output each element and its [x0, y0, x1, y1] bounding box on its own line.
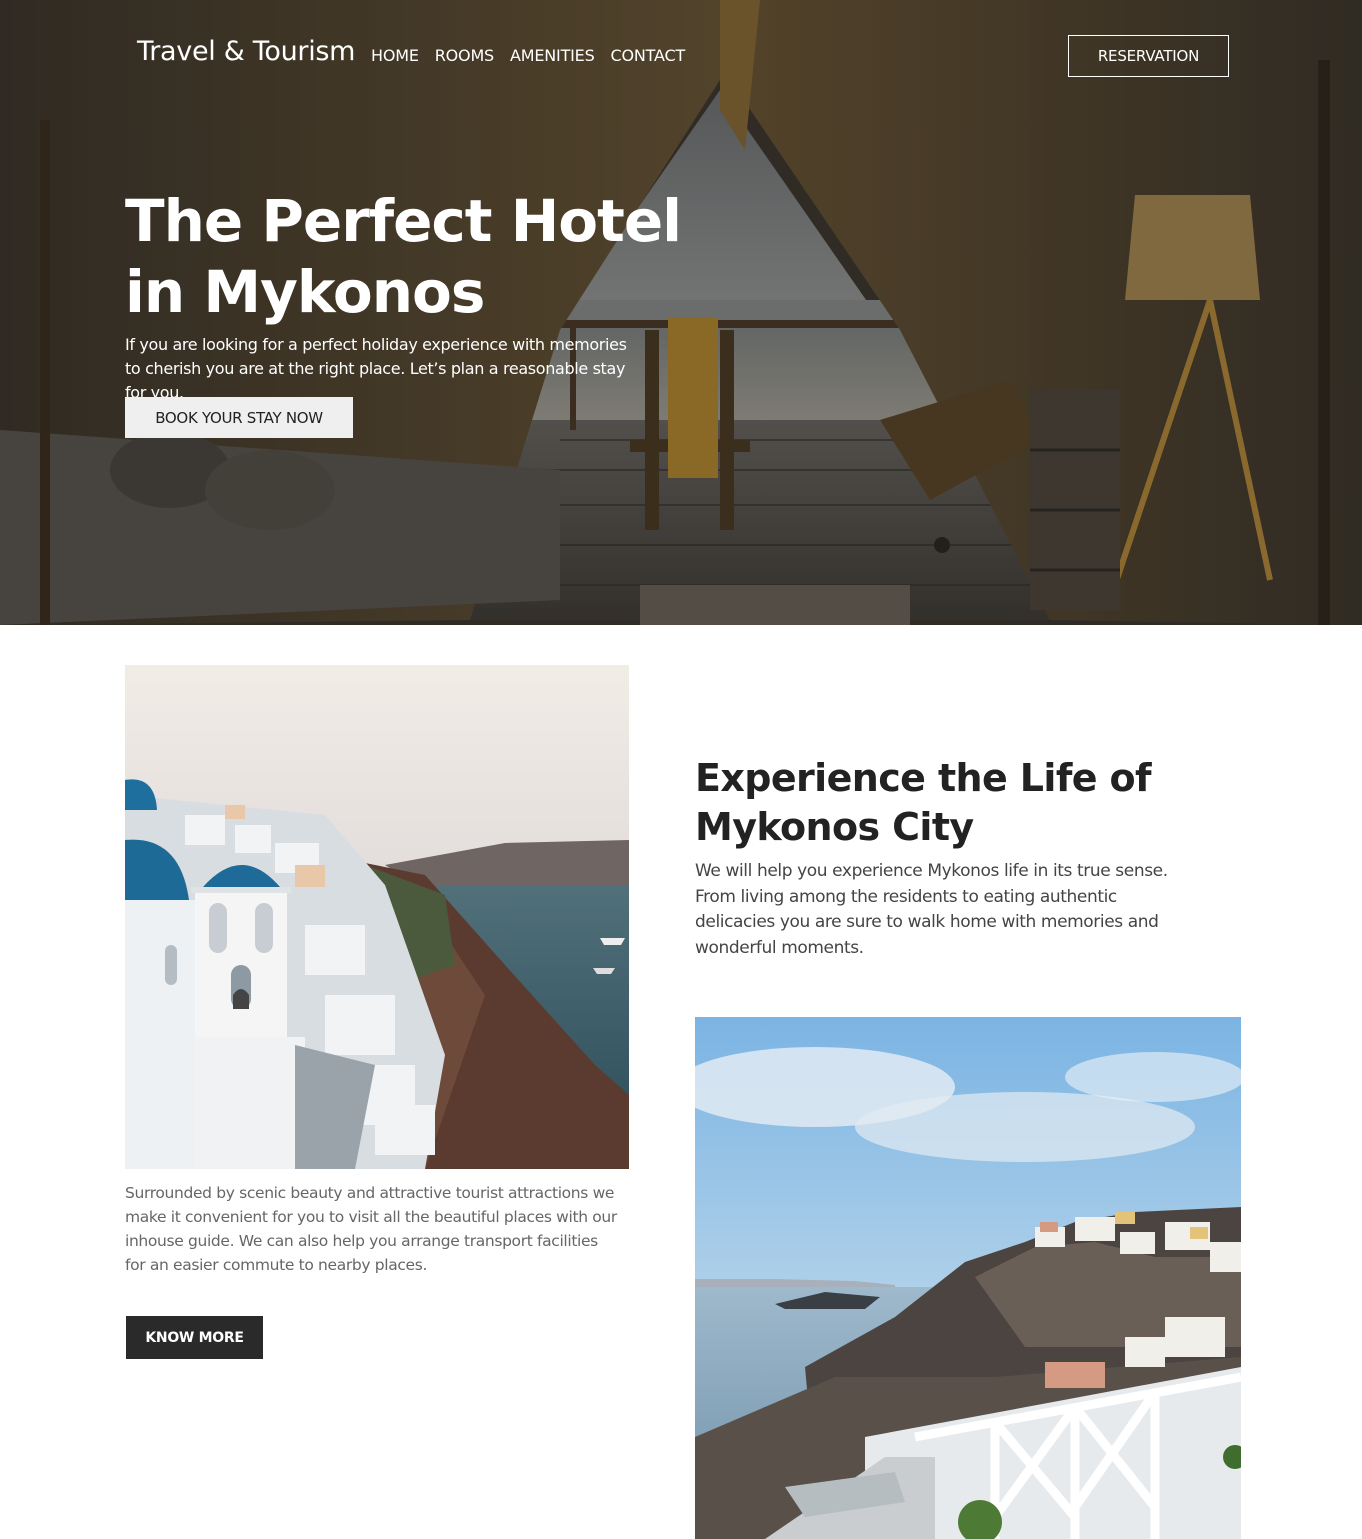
santorini-church-image	[125, 665, 629, 1169]
santorini-coast-image	[695, 1017, 1241, 1539]
hero-section: Travel & Tourism HOME ROOMS AMENITIES CO…	[0, 0, 1362, 625]
menu-item-contact[interactable]: CONTACT	[611, 46, 686, 65]
top-navigation: Travel & Tourism HOME ROOMS AMENITIES CO…	[0, 0, 1362, 110]
reservation-button[interactable]: RESERVATION	[1068, 35, 1229, 77]
experience-text: We will help you experience Mykonos life…	[695, 861, 1168, 958]
menu-item-home[interactable]: HOME	[371, 46, 419, 65]
know-more-button[interactable]: KNOW MORE	[126, 1316, 263, 1359]
hero-title: The Perfect Hotel in Mykonos	[125, 187, 682, 326]
experience-title: Experience the Life of Mykonos City	[695, 756, 1152, 849]
santorini-coast-illustration	[695, 1017, 1241, 1539]
menu-item-amenities[interactable]: AMENITIES	[510, 46, 595, 65]
hero-subtitle: If you are looking for a perfect holiday…	[125, 335, 627, 402]
santorini-church-illustration	[125, 665, 629, 1169]
brand-logo-text[interactable]: Travel & Tourism	[137, 36, 355, 67]
attractions-text: Surrounded by scenic beauty and attracti…	[125, 1184, 617, 1274]
main-menu: HOME ROOMS AMENITIES CONTACT	[371, 46, 685, 65]
menu-item-rooms[interactable]: ROOMS	[435, 46, 494, 65]
book-stay-button[interactable]: BOOK YOUR STAY NOW	[125, 397, 353, 438]
